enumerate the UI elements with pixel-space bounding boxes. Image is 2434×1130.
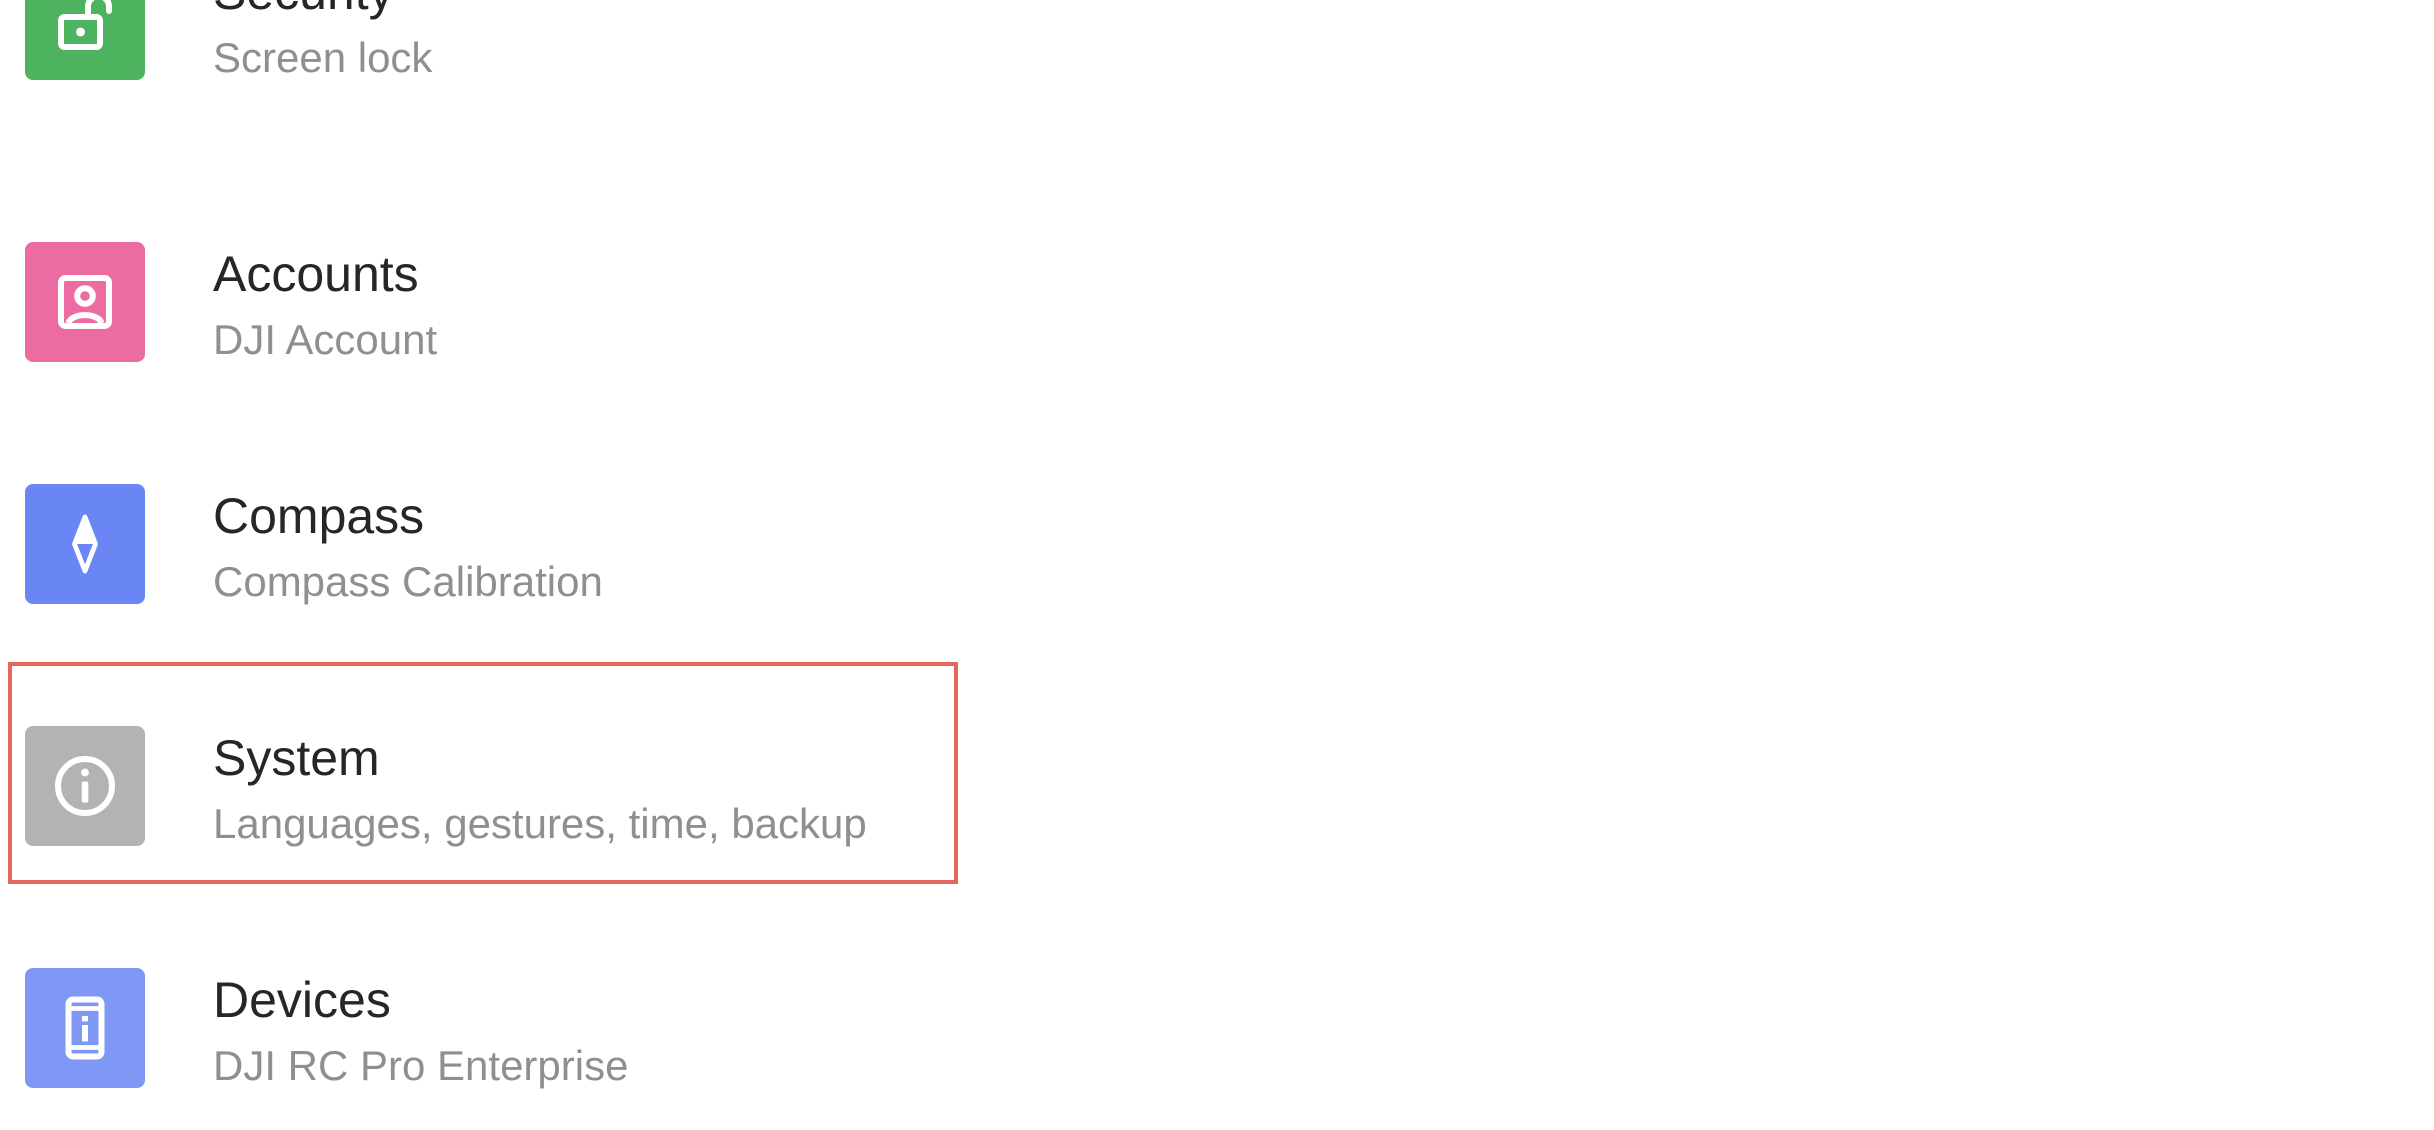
devices-icon-tile (25, 968, 145, 1088)
security-icon-tile (25, 0, 145, 80)
settings-item-subtitle: Screen lock (213, 34, 433, 81)
info-icon (55, 756, 115, 816)
accounts-icon-tile (25, 242, 145, 362)
settings-item-accounts[interactable]: Accounts DJI Account (0, 242, 1000, 402)
settings-item-subtitle: DJI RC Pro Enterprise (213, 1042, 629, 1089)
settings-item-devices[interactable]: Devices DJI RC Pro Enterprise (0, 968, 1000, 1128)
unlocked-padlock-icon (58, 0, 112, 50)
settings-item-compass[interactable]: Compass Compass Calibration (0, 484, 1000, 644)
settings-item-title: System (213, 730, 380, 786)
settings-item-subtitle: Compass Calibration (213, 558, 603, 605)
settings-item-system[interactable]: System Languages, gestures, time, backup (0, 726, 1000, 886)
settings-item-title: Security (213, 0, 394, 22)
settings-list: Security Screen lock Accounts DJI Accoun… (0, 0, 2434, 1130)
settings-item-title: Compass (213, 488, 425, 544)
settings-item-title: Accounts (213, 246, 419, 302)
settings-item-subtitle: Languages, gestures, time, backup (213, 800, 867, 847)
compass-icon-tile (25, 484, 145, 604)
compass-icon (72, 514, 98, 574)
settings-item-subtitle: DJI Account (213, 316, 438, 363)
settings-item-security[interactable]: Security Screen lock (0, 0, 1000, 120)
settings-item-title: Devices (213, 972, 391, 1028)
device-icon (65, 996, 105, 1060)
system-icon-tile (25, 726, 145, 846)
account-icon (58, 275, 112, 329)
